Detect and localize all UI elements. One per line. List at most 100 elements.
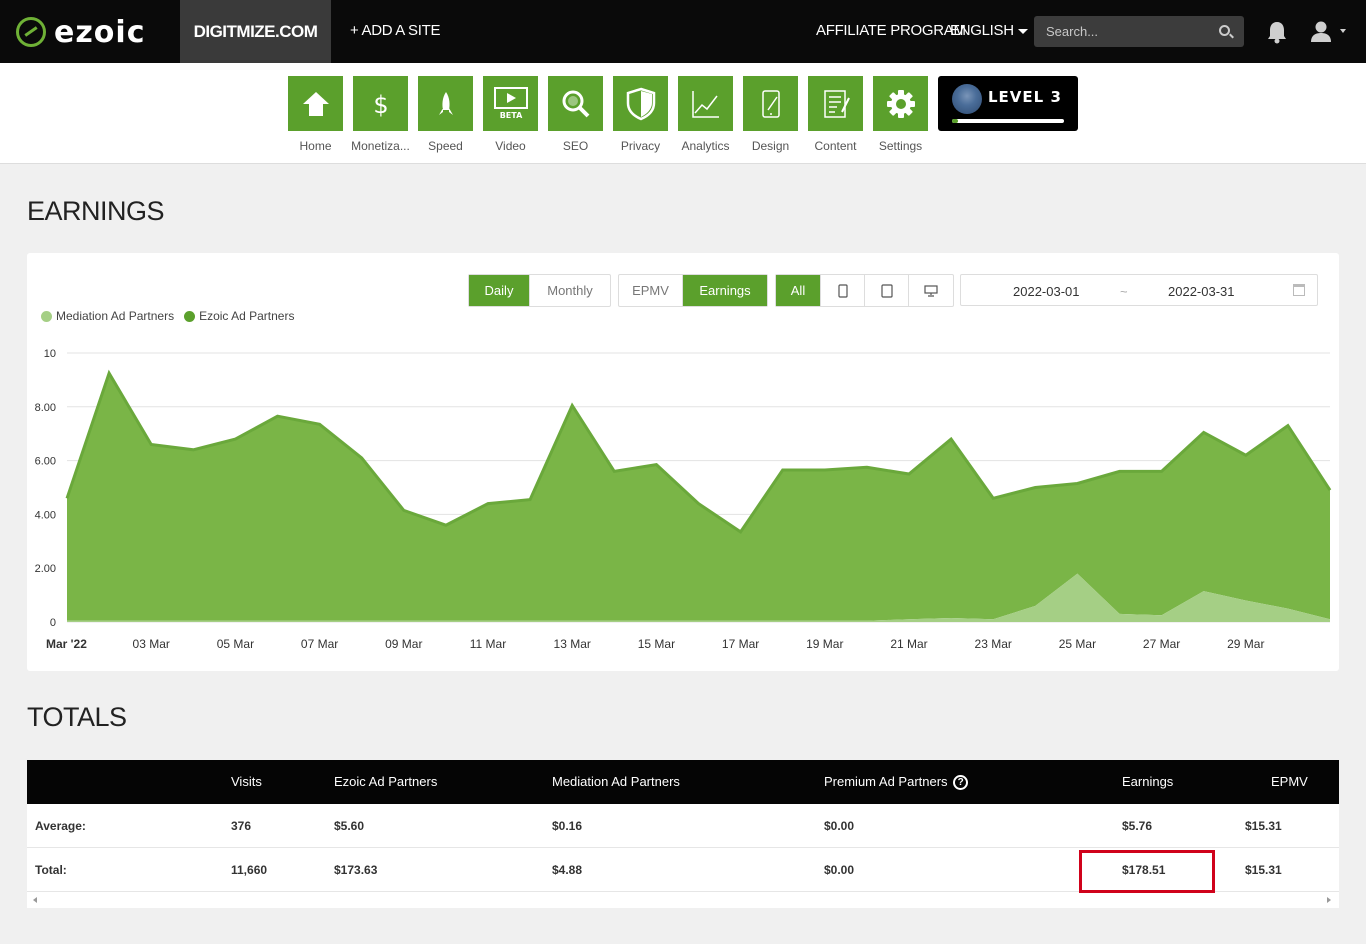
content-button[interactable]	[808, 76, 863, 131]
search-input[interactable]	[1034, 16, 1204, 47]
level-badge[interactable]: LEVEL 3	[938, 76, 1078, 131]
affiliate-program-link[interactable]: AFFILIATE PROGRAM	[816, 22, 966, 39]
privacy-button[interactable]	[613, 76, 668, 131]
y-tick-label: 0	[50, 617, 56, 629]
language-dropdown[interactable]: ENGLISH	[950, 22, 1028, 39]
tool-design[interactable]: Design	[743, 76, 798, 153]
level-progress-bar	[952, 119, 1064, 123]
legend-item-mediation[interactable]: Mediation Ad Partners	[41, 309, 174, 323]
design-button[interactable]	[743, 76, 798, 131]
column-header-premium[interactable]: Premium Ad Partners ?	[824, 774, 969, 791]
legend-label: Ezoic Ad Partners	[199, 309, 295, 323]
scroll-left-icon[interactable]	[33, 897, 37, 903]
x-tick-label: Mar '22	[46, 637, 87, 651]
tool-label: SEO	[562, 139, 589, 153]
earnings-title: EARNINGS	[27, 196, 165, 226]
x-tick-label: 19 Mar	[806, 637, 843, 651]
language-label: ENGLISH	[950, 22, 1014, 39]
add-site-link[interactable]: + ADD A SITE	[350, 22, 441, 39]
cell-mediation: $4.88	[552, 863, 583, 877]
table-row: Total: 11,660 $173.63 $4.88 $0.00 $178.5…	[27, 848, 1339, 893]
cell-mediation: $0.16	[552, 819, 583, 833]
x-tick-label: 27 Mar	[1143, 637, 1180, 651]
tool-label: Speed	[428, 139, 463, 153]
column-header-earnings[interactable]: Earnings	[1122, 774, 1173, 789]
tool-seo[interactable]: SEO	[548, 76, 603, 153]
seo-button[interactable]	[548, 76, 603, 131]
y-tick-label: 6.00	[35, 456, 56, 468]
cell-visits: 376	[231, 819, 252, 833]
analytics-button[interactable]	[678, 76, 733, 131]
cell-epmv: $15.31	[1245, 863, 1282, 877]
row-label: Total:	[35, 863, 67, 877]
bell-icon[interactable]	[1267, 20, 1287, 44]
date-range-picker[interactable]: 2022-03-01 ~ 2022-03-31	[960, 274, 1318, 306]
site-selector[interactable]: DIGITMIZE.COM	[180, 0, 331, 63]
tool-label: Analytics	[681, 139, 730, 153]
daily-button[interactable]: Daily	[469, 275, 530, 306]
search-icon[interactable]	[1219, 25, 1230, 36]
epmv-button[interactable]: EPMV	[619, 275, 683, 306]
home-icon	[302, 91, 329, 116]
ezoic-logo[interactable]: ezoic	[16, 14, 145, 50]
legend-item-ezoic[interactable]: Ezoic Ad Partners	[184, 309, 294, 323]
top-navbar: ezoic DIGITMIZE.COM + ADD A SITE AFFILIA…	[0, 0, 1366, 63]
tablet-icon	[880, 283, 893, 298]
column-header-epmv[interactable]: EPMV	[1271, 774, 1308, 789]
column-header-ezoic[interactable]: Ezoic Ad Partners	[334, 774, 437, 789]
all-devices-button[interactable]: All	[776, 275, 821, 306]
ezoic-logo-icon	[16, 17, 46, 47]
x-tick-label: 21 Mar	[890, 637, 927, 651]
tool-label: Home	[299, 139, 332, 153]
tool-home[interactable]: Home	[288, 76, 343, 153]
mobile-button[interactable]	[821, 275, 865, 306]
tool-monetization[interactable]: $ Monetiza...	[351, 76, 410, 153]
x-tick-label: 11 Mar	[470, 637, 506, 651]
tool-settings[interactable]: Settings	[873, 76, 928, 153]
date-to[interactable]: 2022-03-31	[1168, 284, 1235, 299]
tool-analytics[interactable]: Analytics	[678, 76, 733, 153]
calendar-icon[interactable]	[1293, 284, 1305, 296]
table-row: Average: 376 $5.60 $0.16 $0.00 $5.76 $15…	[27, 804, 1339, 848]
magnifier-icon	[562, 90, 589, 117]
monthly-button[interactable]: Monthly	[530, 275, 610, 306]
x-tick-label: 17 Mar	[722, 637, 759, 651]
video-button[interactable]: BETA	[483, 76, 538, 131]
horizontal-scrollbar[interactable]	[27, 892, 1339, 908]
help-icon[interactable]: ?	[953, 775, 969, 791]
date-from[interactable]: 2022-03-01	[1013, 284, 1080, 299]
tool-privacy[interactable]: Privacy	[613, 76, 668, 153]
tablet-button[interactable]	[865, 275, 909, 306]
design-icon	[761, 89, 780, 118]
x-tick-label: 03 Mar	[133, 637, 170, 651]
tool-speed[interactable]: Speed	[418, 76, 473, 153]
tool-label: Settings	[878, 139, 923, 153]
earnings-area-chart: 0 2.00 4.00 6.00 8.00 10 Mar '22 03 Mar 05 Mar 0…	[35, 348, 1332, 651]
settings-button[interactable]	[873, 76, 928, 131]
column-header-visits[interactable]: Visits	[231, 774, 262, 789]
cell-premium: $0.00	[824, 863, 855, 877]
totals-table: Visits Ezoic Ad Partners Mediation Ad Pa…	[27, 760, 1339, 908]
earnings-button[interactable]: Earnings	[683, 275, 767, 306]
shield-icon	[626, 87, 655, 120]
x-tick-label: 13 Mar	[554, 637, 591, 651]
tool-content[interactable]: Content	[808, 76, 863, 153]
dollar-icon: $	[373, 91, 388, 119]
earnings-total-highlight	[1079, 850, 1215, 893]
logo-text: ezoic	[54, 14, 146, 50]
tool-video[interactable]: BETA Video	[483, 76, 538, 153]
search-box	[1034, 16, 1244, 47]
speed-button[interactable]	[418, 76, 473, 131]
column-header-mediation[interactable]: Mediation Ad Partners	[552, 774, 680, 789]
monetization-button[interactable]: $	[353, 76, 408, 131]
desktop-button[interactable]	[909, 275, 953, 306]
series-area-ezoic[interactable]	[67, 373, 1330, 621]
desktop-icon	[924, 284, 938, 297]
scroll-right-icon[interactable]	[1327, 897, 1331, 903]
premium-label: Premium Ad Partners	[824, 774, 948, 789]
legend-dot	[184, 310, 196, 322]
user-menu-icon[interactable]	[1310, 20, 1346, 44]
x-tick-label: 29 Mar	[1227, 637, 1264, 651]
home-button[interactable]	[288, 76, 343, 131]
period-toggle: Daily Monthly	[468, 274, 611, 307]
